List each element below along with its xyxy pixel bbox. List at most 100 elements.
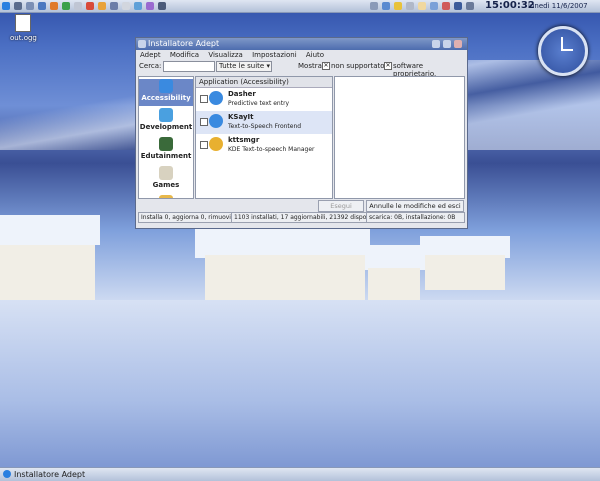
unsupported-label: non supportato,	[331, 62, 387, 70]
show-label: Mostra:	[298, 62, 325, 70]
firefox-icon[interactable]	[50, 2, 58, 10]
unsupported-checkbox[interactable]: ✕	[322, 62, 330, 70]
house-roof	[365, 245, 425, 270]
house-roof	[0, 215, 100, 245]
package-name: Dasher	[228, 90, 256, 98]
menu-adept[interactable]: Adept	[140, 51, 161, 59]
window-title: Installatore Adept	[148, 39, 220, 48]
app-icon[interactable]	[134, 2, 142, 10]
tray-icon[interactable]	[454, 2, 462, 10]
window-titlebar[interactable]: Installatore Adept	[136, 38, 467, 50]
package-desc: Text-to-Speech Frontend	[228, 123, 302, 130]
category-label: Edutainment	[140, 152, 192, 160]
desktop-file-icon[interactable]: out.ogg	[10, 14, 37, 42]
category-list: Accessibility Development Edutainment Ga…	[138, 76, 194, 199]
package-row[interactable]: Dasher Predictive text entry	[196, 88, 332, 111]
menu-visualizza[interactable]: Visualizza	[208, 51, 242, 59]
apply-button[interactable]: Esegui modifiche	[318, 200, 364, 220]
tray-icon[interactable]	[394, 2, 402, 10]
app-icon[interactable]	[62, 2, 70, 10]
package-icon	[209, 114, 223, 128]
window-menu-icon[interactable]	[138, 40, 146, 48]
menubar: Adept Modifica Visualizza Impostazioni A…	[136, 50, 467, 60]
kmenu-icon[interactable]	[2, 2, 10, 10]
panel-date[interactable]: lunedì 11/6/2007	[528, 2, 588, 10]
clock-hour-hand	[563, 49, 573, 51]
app-icon[interactable]	[74, 2, 82, 10]
app-icon[interactable]	[110, 2, 118, 10]
app-icon[interactable]	[86, 2, 94, 10]
audio-file-icon	[15, 14, 31, 32]
package-row[interactable]: KSayIt Text-to-Speech Frontend	[196, 111, 332, 134]
category-label: Games	[152, 181, 180, 189]
menu-aiuto[interactable]: Aiuto	[306, 51, 324, 59]
minimize-icon[interactable]	[432, 40, 440, 48]
analog-clock-widget	[538, 26, 588, 76]
package-icon	[209, 91, 223, 105]
search-label: Cerca:	[139, 62, 162, 70]
tray-icon[interactable]	[442, 2, 450, 10]
konsole-icon[interactable]	[26, 2, 34, 10]
volume-icon[interactable]	[466, 2, 474, 10]
status-counts: 1103 installati, 17 aggiornabili, 21392 …	[231, 212, 381, 223]
tray-icon[interactable]	[430, 2, 438, 10]
menu-modifica[interactable]: Modifica	[170, 51, 199, 59]
package-list: Application (Accessibility) Dasher Predi…	[195, 76, 333, 199]
house-roof	[195, 228, 370, 258]
graphics-icon	[159, 195, 173, 198]
games-icon	[159, 166, 173, 180]
top-panel: 15:00:32 lunedì 11/6/2007	[0, 0, 600, 13]
package-list-header[interactable]: Application (Accessibility)	[196, 77, 332, 88]
status-download: scarica: 0B, installazione: 0B	[366, 212, 465, 223]
konqueror-icon[interactable]	[38, 2, 46, 10]
edutainment-icon	[159, 137, 173, 151]
cancel-button[interactable]: Annulle le modifiche ed esci	[366, 200, 464, 212]
main-content: Accessibility Development Edutainment Ga…	[138, 76, 465, 199]
desktop-file-label: out.ogg	[10, 34, 37, 42]
tray-icon[interactable]	[406, 2, 414, 10]
house	[368, 268, 420, 303]
snow-field	[0, 300, 600, 470]
close-icon[interactable]	[454, 40, 462, 48]
suite-select[interactable]: Tutte le suite ▾	[216, 61, 272, 72]
package-icon	[209, 137, 223, 151]
category-label: Accessibility	[141, 94, 191, 102]
taskbar-button[interactable]: Installatore Adept	[14, 469, 85, 480]
package-checkbox[interactable]	[200, 95, 208, 103]
app-icon[interactable]	[122, 2, 130, 10]
package-desc: Predictive text entry	[228, 100, 290, 107]
accessibility-icon	[159, 79, 173, 93]
search-input[interactable]	[163, 61, 215, 72]
chevron-down-icon: ▾	[266, 62, 270, 70]
tray-icon[interactable]	[418, 2, 426, 10]
category-accessibility[interactable]: Accessibility	[139, 79, 193, 106]
maximize-icon[interactable]	[443, 40, 451, 48]
category-label: Development	[139, 123, 193, 131]
category-edutainment[interactable]: Edutainment	[139, 137, 193, 164]
app-icon[interactable]	[158, 2, 166, 10]
proprietary-checkbox[interactable]: ✕	[384, 62, 392, 70]
package-desc: KDE Text-to-speech Manager	[228, 146, 315, 153]
house	[425, 255, 505, 290]
development-icon	[159, 108, 173, 122]
suite-select-value: Tutte le suite	[219, 62, 265, 70]
package-row[interactable]: kttsmgr KDE Text-to-speech Manager	[196, 134, 332, 157]
app-icon[interactable]	[146, 2, 154, 10]
category-development[interactable]: Development	[139, 108, 193, 135]
status-install: Installa 0, aggiorna 0, rimuovi 0	[138, 212, 237, 223]
search-toolbar: Cerca: Tutte le suite ▾ Mostra: ✕ non su…	[136, 60, 467, 78]
package-checkbox[interactable]	[200, 118, 208, 126]
show-desktop-icon[interactable]	[14, 2, 22, 10]
package-checkbox[interactable]	[200, 141, 208, 149]
tray-icon[interactable]	[370, 2, 378, 10]
package-detail-pane	[334, 76, 465, 199]
taskbar: Installatore Adept	[0, 467, 600, 481]
category-games[interactable]: Games	[139, 166, 193, 193]
vlc-icon[interactable]	[98, 2, 106, 10]
menu-impostazioni[interactable]: Impostazioni	[252, 51, 297, 59]
adept-window: Installatore Adept Adept Modifica Visual…	[135, 37, 468, 229]
tray-icon[interactable]	[382, 2, 390, 10]
category-more[interactable]	[139, 195, 193, 198]
package-name: KSayIt	[228, 113, 254, 121]
adept-task-icon	[3, 470, 11, 478]
